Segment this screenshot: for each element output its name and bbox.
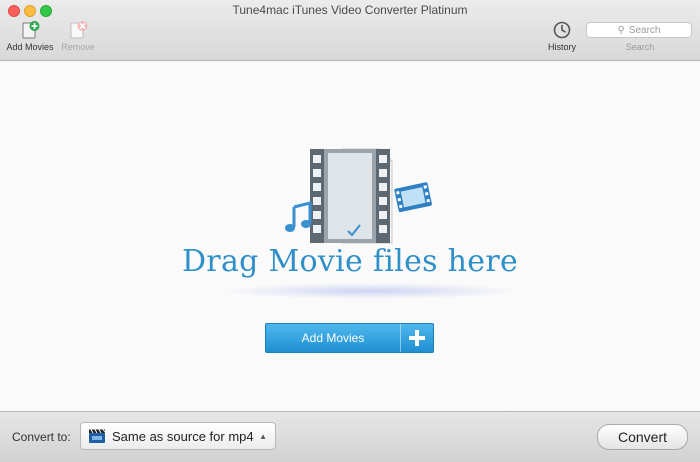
add-movies-toolbar-button[interactable]: Add Movies (3, 20, 57, 52)
search-placeholder: Search (628, 24, 661, 36)
clapperboard-icon (89, 429, 106, 443)
window-title: Tune4mac iTunes Video Converter Platinum (232, 3, 468, 17)
add-movie-icon (22, 21, 40, 39)
app-window: Tune4mac iTunes Video Converter Platinum… (0, 0, 700, 462)
add-movies-button[interactable]: Add Movies (265, 323, 434, 353)
drop-zone[interactable]: Drag Movie files here Add Movies (0, 61, 700, 411)
bottom-bar: Convert to: Same as source for mp4 ▲ Con… (0, 411, 700, 462)
clock-icon (553, 21, 571, 39)
search-area: ⚲ Search Search (586, 22, 694, 52)
remove-movie-icon (70, 21, 88, 39)
add-movies-toolbar-label: Add Movies (6, 42, 54, 52)
output-format-select[interactable]: Same as source for mp4 ▲ (80, 422, 276, 450)
dropdown-arrow-icon: ▲ (259, 431, 267, 441)
remove-toolbar-label: Remove (61, 42, 95, 52)
film-strip-illustration (285, 148, 432, 244)
history-toolbar-button[interactable]: History (540, 20, 584, 52)
plus-icon (400, 324, 433, 352)
toolbar: Tune4mac iTunes Video Converter Platinum… (0, 0, 700, 61)
add-movies-button-label: Add Movies (301, 331, 365, 345)
history-toolbar-label: History (547, 42, 576, 52)
convert-to-label: Convert to: (12, 430, 71, 444)
drag-movies-hint: Drag Movie files here (181, 244, 519, 279)
output-format-value: Same as source for mp4 (112, 428, 254, 444)
text-glow (220, 283, 520, 299)
search-caption: Search (625, 42, 655, 52)
search-icon: ⚲ (617, 24, 625, 36)
convert-button[interactable]: Convert (597, 424, 688, 450)
search-input[interactable]: ⚲ Search (586, 22, 692, 38)
remove-toolbar-button[interactable]: Remove (56, 20, 100, 52)
